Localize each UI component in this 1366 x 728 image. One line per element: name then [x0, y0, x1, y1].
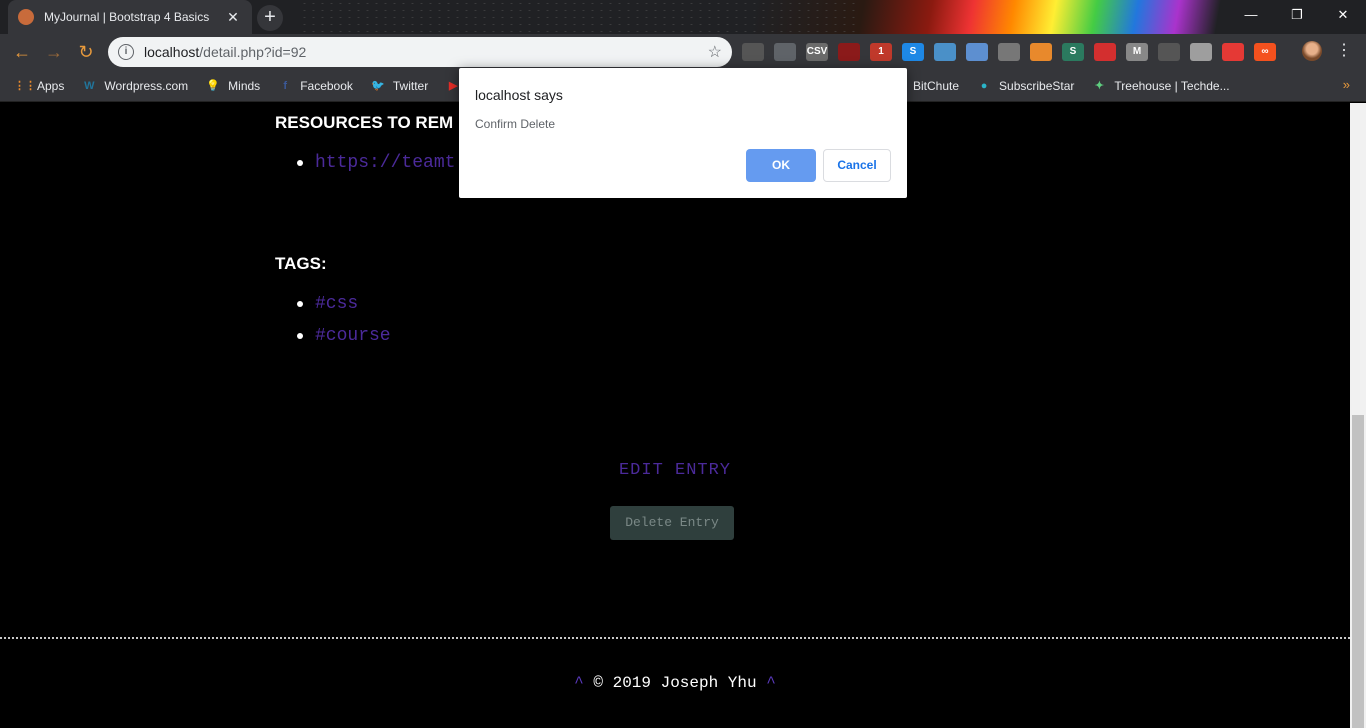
cancel-button[interactable]: Cancel — [823, 149, 891, 182]
bookmark-apps[interactable]: ⋮⋮ Apps — [14, 78, 64, 94]
script-icon[interactable]: S — [1062, 43, 1084, 61]
bookmark-twitter[interactable]: 🐦 Twitter — [370, 78, 428, 94]
reload-button[interactable]: ↻ — [74, 41, 98, 65]
site-info-icon[interactable]: i — [118, 44, 134, 60]
footer-copyright: © 2019 Joseph Yhu — [583, 674, 767, 692]
bookmark-label: Wordpress.com — [104, 78, 189, 93]
bookmark-label: Apps — [37, 78, 65, 93]
tab-title: MyJournal | Bootstrap 4 Basics — [44, 10, 210, 24]
bookmark-label: Minds — [228, 78, 261, 93]
glasses-icon[interactable] — [1158, 43, 1180, 61]
minimize-button[interactable]: — — [1228, 0, 1274, 30]
browser-tab[interactable]: MyJournal | Bootstrap 4 Basics ✕ — [8, 0, 252, 34]
tag-link[interactable]: #course — [297, 324, 391, 356]
window-icon[interactable] — [934, 43, 956, 61]
bookmark-treehouse-techde[interactable]: ✦ Treehouse | Techde... — [1091, 78, 1230, 94]
bookmarks-overflow-icon[interactable]: » — [1343, 77, 1350, 92]
url-text[interactable]: localhost/detail.php?id=92 — [144, 44, 708, 60]
m-icon[interactable]: M — [1126, 43, 1148, 61]
url-path: /detail.php?id=92 — [199, 44, 307, 60]
bookmark-subscribestar[interactable]: ● SubscribeStar — [976, 78, 1075, 94]
chat-icon[interactable] — [1190, 43, 1212, 61]
title-bar: MyJournal | Bootstrap 4 Basics ✕ + — ❐ ✕ — [0, 0, 1366, 34]
shield-icon[interactable] — [774, 43, 796, 61]
bookmark-wordpress-com[interactable]: W Wordpress.com — [81, 78, 188, 94]
resources-list: https://teamt — [297, 151, 455, 183]
treehouse-icon: ✦ — [1094, 80, 1105, 92]
bookmark-label: SubscribeStar — [999, 79, 1075, 93]
bookmark-label: BitChute — [913, 79, 960, 93]
footer-divider — [0, 637, 1350, 639]
delete-entry-button[interactable]: Delete Entry — [610, 506, 734, 540]
confirm-dialog: localhost says Confirm Delete OK Cancel — [459, 68, 907, 198]
close-window-button[interactable]: ✕ — [1320, 0, 1366, 30]
dialog-title: localhost says — [475, 87, 563, 103]
bookmark-facebook[interactable]: f Facebook — [277, 78, 353, 94]
extension-bar: CSV 1 S S M ∞ — [742, 41, 1276, 63]
bookmark-minds[interactable]: 💡 Minds — [205, 78, 260, 94]
page-scrollbar[interactable] — [1350, 103, 1366, 728]
pdf-icon[interactable] — [838, 43, 860, 61]
twitter-icon: 🐦 — [371, 79, 385, 92]
new-tab-button[interactable]: + — [257, 5, 283, 31]
calendar-icon[interactable]: 1 — [870, 43, 892, 61]
footer: ^ © 2019 Joseph Yhu ^ — [0, 674, 1350, 692]
wordpress-icon: W — [84, 79, 95, 92]
address-bar[interactable]: i localhost/detail.php?id=92 ☆ — [108, 37, 732, 67]
footer-caret-left[interactable]: ^ — [574, 674, 584, 692]
bookmark-star-icon[interactable]: ☆ — [708, 42, 722, 62]
extension-icon[interactable] — [742, 43, 764, 61]
bookmark-label: Twitter — [392, 78, 429, 93]
edit-entry-link[interactable]: EDIT ENTRY — [0, 461, 1350, 480]
stop-hand-icon[interactable] — [1094, 43, 1116, 61]
tags-heading: TAGS: — [275, 254, 327, 273]
image-icon[interactable] — [966, 43, 988, 61]
bookmark-label: Facebook — [300, 78, 353, 93]
restore-button[interactable]: ❐ — [1274, 0, 1320, 30]
browser-menu-icon[interactable]: ⋮ — [1336, 42, 1352, 60]
forward-button[interactable]: → — [42, 41, 66, 65]
browser-toolbar: ← → ↻ i localhost/detail.php?id=92 ☆ CSV… — [0, 34, 1366, 70]
ghost-icon[interactable] — [1222, 43, 1244, 61]
infinity-icon[interactable]: ∞ — [1254, 43, 1276, 61]
facebook-icon: f — [283, 79, 288, 92]
footer-caret-right[interactable]: ^ — [766, 674, 776, 692]
tab-close-icon[interactable]: ✕ — [224, 9, 242, 26]
subscribestar-icon: ● — [980, 80, 988, 92]
tags-list: #css #course — [297, 292, 391, 356]
dialog-message: Confirm Delete — [475, 117, 556, 131]
resources-heading: RESOURCES TO REM — [275, 113, 454, 132]
bookmark-label: Treehouse | Techde... — [1114, 79, 1230, 93]
ok-button[interactable]: OK — [746, 149, 816, 182]
skype-icon[interactable]: S — [902, 43, 924, 61]
profile-avatar[interactable] — [1302, 41, 1322, 61]
url-host: localhost — [144, 44, 200, 60]
csv-icon[interactable]: CSV — [806, 43, 828, 61]
tag-link[interactable]: #css — [297, 292, 391, 324]
resource-link[interactable]: https://teamt — [297, 151, 455, 183]
apps-grid-icon: ⋮⋮ — [14, 79, 36, 92]
wrench-icon[interactable] — [998, 43, 1020, 61]
mountain-icon[interactable] — [1030, 43, 1052, 61]
back-button[interactable]: ← — [10, 41, 34, 65]
lightbulb-icon: 💡 — [206, 79, 221, 92]
scrollbar-thumb[interactable] — [1352, 415, 1364, 728]
favicon-icon — [18, 9, 34, 25]
